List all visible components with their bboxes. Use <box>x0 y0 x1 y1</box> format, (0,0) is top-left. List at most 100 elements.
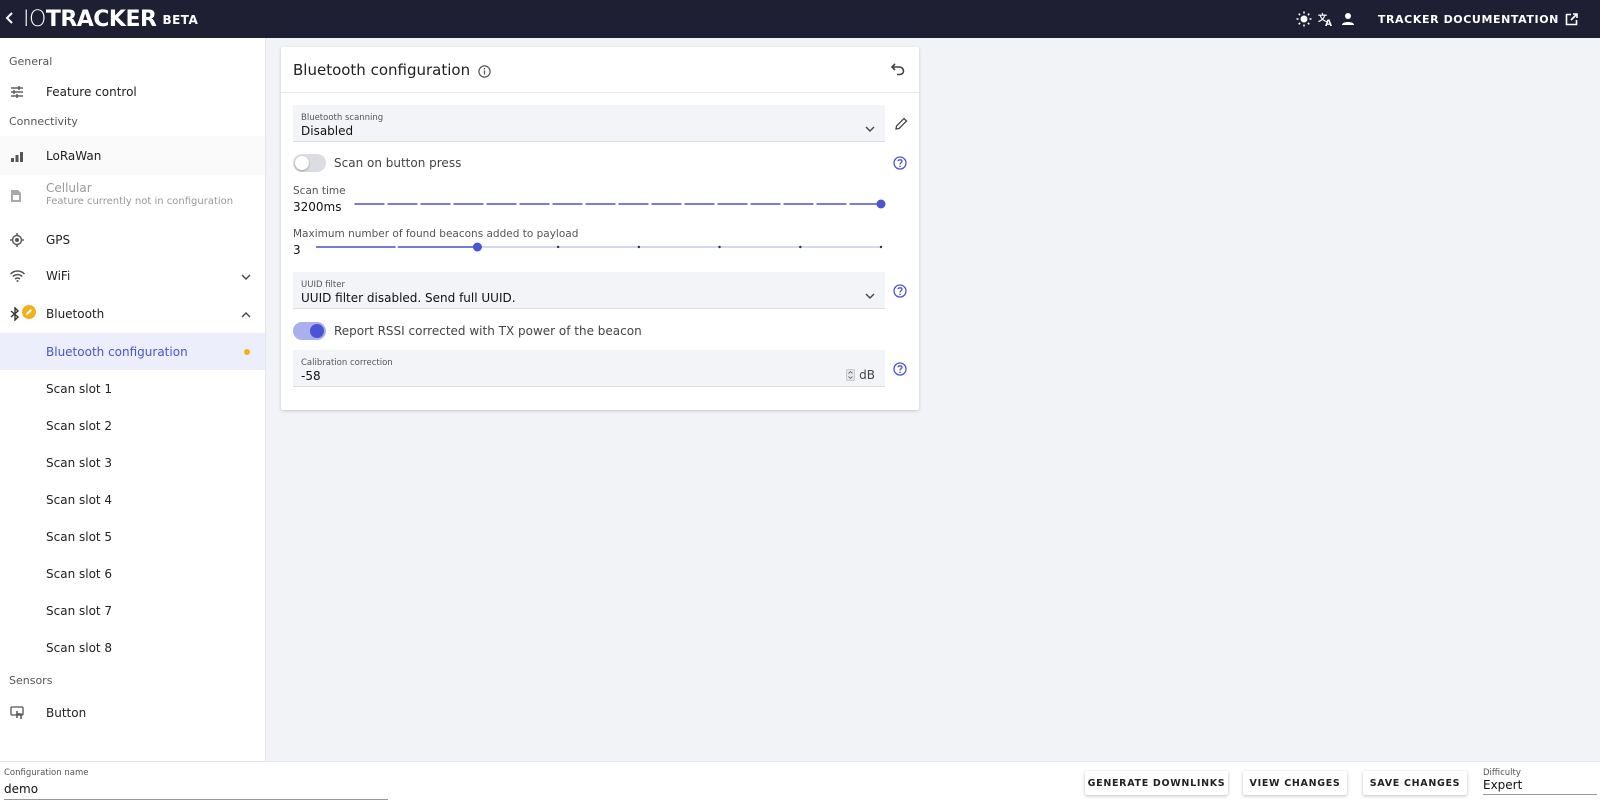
open-in-new-icon <box>1565 12 1578 25</box>
calibration-correction-field[interactable]: Calibration correction -58 dB <box>293 350 885 387</box>
slider-thumb <box>876 199 886 209</box>
sidebar-item-label: Bluetooth configuration <box>46 344 188 359</box>
uuid-filter-select[interactable]: UUID filter UUID filter disabled. Send f… <box>293 272 885 309</box>
footer-bar: Configuration name GENERATE DOWNLINKS VI… <box>0 761 1600 808</box>
field-label: Bluetooth scanning <box>301 113 384 123</box>
sidebar-item-lorawan[interactable]: LoRaWan <box>0 136 265 175</box>
scan-time-label: Scan time <box>293 185 346 197</box>
app-logo[interactable]: IOTRACKER <box>23 7 157 32</box>
scan-on-button-toggle[interactable] <box>293 154 326 172</box>
sidebar-item-scan-slot-5[interactable]: Scan slot 5 <box>0 518 265 555</box>
section-connectivity: Connectivity <box>9 115 78 128</box>
chevron-up-icon[interactable] <box>241 307 251 321</box>
configuration-name-input[interactable] <box>4 782 388 796</box>
field-value: UUID filter disabled. Send full UUID. <box>301 291 516 305</box>
sidebar-item-sublabel: Feature currently not in configuration <box>46 196 234 207</box>
scan-time-slider[interactable] <box>347 197 887 211</box>
edit-pencil-icon[interactable] <box>895 117 908 130</box>
svg-text:A: A <box>1325 19 1332 27</box>
sidebar-item-label: Bluetooth <box>46 306 105 321</box>
sidebar-item-label: Button <box>46 705 87 720</box>
slider-tick <box>718 245 721 249</box>
section-sensors: Sensors <box>9 674 53 687</box>
slider-tick <box>879 245 883 249</box>
sidebar-item-label: Scan slot 8 <box>46 640 113 655</box>
toggle-label: Report RSSI corrected with TX power of t… <box>334 324 642 338</box>
account-icon[interactable] <box>1338 9 1358 29</box>
field-value: Expert <box>1483 778 1523 792</box>
sidebar-item-scan-slot-7[interactable]: Scan slot 7 <box>0 592 265 629</box>
sidebar-item-label: Scan slot 7 <box>46 603 113 618</box>
field-value: -58 <box>301 369 321 383</box>
difficulty-select[interactable]: Difficulty Expert <box>1483 768 1597 795</box>
sidebar-item-scan-slot-2[interactable]: Scan slot 2 <box>0 407 265 444</box>
tracker-documentation-link[interactable]: TRACKER DOCUMENTATION <box>1378 13 1578 26</box>
field-label: Calibration correction <box>301 358 393 368</box>
sidebar-item-label: LoRaWan <box>46 148 102 163</box>
sidebar-item-wifi[interactable]: WiFi <box>0 258 265 294</box>
field-label: UUID filter <box>301 280 345 290</box>
sidebar-item-button[interactable]: Button <box>0 692 265 733</box>
back-chevron-icon[interactable] <box>5 10 23 29</box>
help-icon[interactable] <box>893 156 907 170</box>
generate-downlinks-button[interactable]: GENERATE DOWNLINKS <box>1085 771 1228 795</box>
sidebar-item-bluetooth-configuration[interactable]: Bluetooth configuration <box>0 333 265 370</box>
sidebar-item-scan-slot-4[interactable]: Scan slot 4 <box>0 481 265 518</box>
sidebar-item-feature-control[interactable]: Feature control <box>0 73 265 110</box>
sidebar-item-label: GPS <box>46 232 71 247</box>
toggle-label: Scan on button press <box>334 156 462 170</box>
sidebar: General Feature control Connectivity LoR… <box>0 38 266 761</box>
report-rssi-row: Report RSSI corrected with TX power of t… <box>293 322 642 340</box>
help-icon[interactable] <box>893 362 907 376</box>
page-title: Bluetooth configuration <box>293 60 471 79</box>
chevron-down-icon <box>865 117 875 136</box>
sidebar-item-scan-slot-6[interactable]: Scan slot 6 <box>0 555 265 592</box>
save-changes-button[interactable]: SAVE CHANGES <box>1363 771 1467 795</box>
sidebar-item-label: Scan slot 6 <box>46 566 113 581</box>
section-general: General <box>9 55 53 68</box>
configuration-name-field[interactable]: Configuration name <box>4 768 388 800</box>
slider-thumb <box>472 242 482 252</box>
slider-tick <box>395 245 398 249</box>
slider-tick <box>637 245 641 249</box>
unit-suffix: dB <box>846 368 875 382</box>
bluetooth-icon <box>0 304 36 321</box>
max-beacons-slider[interactable] <box>310 240 887 254</box>
tune-icon <box>0 85 34 98</box>
sidebar-item-label: Feature control <box>46 84 137 99</box>
field-label: Difficulty <box>1483 768 1521 778</box>
sidebar-item-label: WiFi <box>46 269 71 283</box>
signal-bars-icon <box>0 150 34 162</box>
info-icon[interactable] <box>478 64 491 78</box>
sidebar-item-label: Scan slot 4 <box>46 492 113 507</box>
sidebar-item-cellular[interactable]: Cellular Feature currently not in config… <box>0 175 265 221</box>
brightness-icon[interactable] <box>1294 9 1314 29</box>
chevron-down-icon[interactable] <box>241 269 251 283</box>
sidebar-item-scan-slot-3[interactable]: Scan slot 3 <box>0 444 265 481</box>
bluetooth-scanning-select[interactable]: Bluetooth scanning Disabled <box>293 105 885 142</box>
translate-icon[interactable]: 文A <box>1316 9 1336 29</box>
top-app-bar: IOTRACKER BETA 文A TRACKER DOCUMENTATION <box>0 0 1600 38</box>
sidebar-item-label: Scan slot 3 <box>46 455 113 470</box>
sidebar-item-scan-slot-8[interactable]: Scan slot 8 <box>0 629 265 666</box>
unit-label: dB <box>859 368 875 382</box>
card-header: Bluetooth configuration <box>281 47 919 93</box>
edited-pencil-icon <box>22 304 36 319</box>
gps-crosshair-icon <box>0 232 34 247</box>
sidebar-item-bluetooth[interactable]: Bluetooth <box>0 294 265 333</box>
wifi-icon <box>0 270 34 282</box>
view-changes-button[interactable]: VIEW CHANGES <box>1243 771 1347 795</box>
sidebar-item-gps[interactable]: GPS <box>0 221 265 258</box>
undo-icon[interactable] <box>890 61 905 80</box>
help-icon[interactable] <box>893 284 907 298</box>
beta-badge: BETA <box>162 13 199 27</box>
scan-time-value: 3200ms <box>293 200 342 214</box>
sidebar-item-scan-slot-1[interactable]: Scan slot 1 <box>0 370 265 407</box>
touch-app-icon <box>0 705 34 720</box>
slider-tick <box>799 245 802 249</box>
sidebar-item-label: Scan slot 2 <box>46 418 113 433</box>
number-spinner-icon[interactable] <box>846 369 856 381</box>
field-value: Disabled <box>301 124 354 138</box>
field-label: Configuration name <box>4 768 89 778</box>
report-rssi-toggle[interactable] <box>293 322 326 340</box>
